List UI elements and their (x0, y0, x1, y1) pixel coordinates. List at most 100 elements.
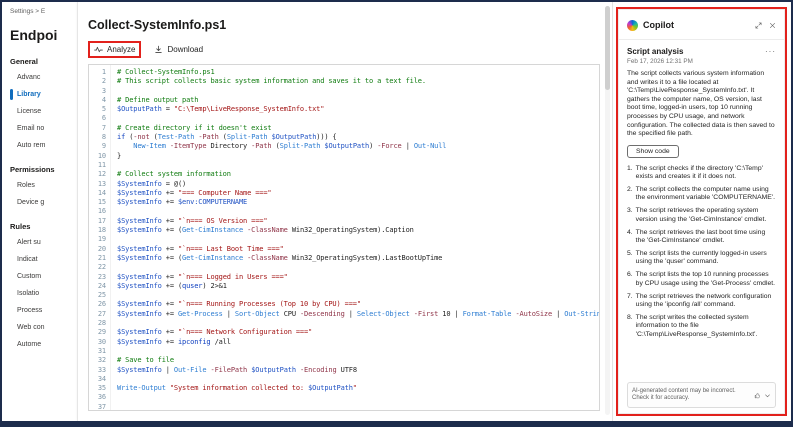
line-number: 3 (101, 86, 106, 95)
code-line[interactable] (117, 207, 599, 216)
chevron-down-icon[interactable] (764, 386, 771, 404)
step-text: The script retrieves the last boot time … (635, 228, 766, 245)
line-number: 4 (101, 95, 106, 104)
line-number: 5 (101, 105, 106, 114)
step-number: 2. (627, 186, 633, 194)
line-number: 24 (97, 281, 106, 290)
sidebar-item-device-g[interactable]: Device g (10, 194, 77, 211)
analysis-step: 4. The script retrieves the last boot tim… (627, 229, 776, 246)
step-text: The script lists the top 10 running proc… (635, 271, 776, 287)
sidebar-item-autome[interactable]: Autome (10, 336, 77, 353)
line-number: 28 (97, 319, 106, 328)
sidebar-item-alert-su[interactable]: Alert su (10, 234, 77, 251)
analysis-step: 1. The script checks if the directory 'C:… (627, 165, 776, 182)
feedback-thumbs-icon[interactable] (754, 386, 761, 404)
sidebar-section-header: General (10, 57, 38, 66)
ai-disclaimer: AI-generated content may be incorrect. C… (627, 382, 776, 408)
line-number: 19 (97, 235, 106, 244)
sidebar-item-process[interactable]: Process (10, 302, 77, 319)
line-number: 26 (97, 300, 106, 309)
line-number: 7 (101, 123, 106, 132)
step-number: 8. (627, 313, 633, 321)
sidebar-item-auto-rem[interactable]: Auto rem (10, 137, 77, 154)
code-line[interactable]: $SystemInfo += "=== Computer Name ===" (117, 189, 599, 198)
more-options-icon[interactable]: ··· (765, 47, 776, 55)
scrollbar-thumb[interactable] (605, 6, 610, 90)
line-number: 13 (97, 179, 106, 188)
code-line[interactable]: # This script collects basic system info… (117, 77, 599, 86)
code-line[interactable] (117, 87, 599, 96)
code-line[interactable]: $SystemInfo = @() (117, 180, 599, 189)
line-number: 11 (97, 160, 106, 169)
code-line[interactable]: $SystemInfo += "`n=== Network Configurat… (117, 328, 599, 337)
code-line[interactable] (117, 235, 599, 244)
defender-settings-window: Settings > E Endpoi General Advanc Library… (0, 0, 793, 427)
line-number: 16 (97, 207, 106, 216)
code-line[interactable] (117, 263, 599, 272)
code-line[interactable]: New-Item -ItemType Directory -Path (Spli… (117, 142, 599, 151)
analysis-timestamp: Feb 17, 2026 12:31 PM (627, 58, 693, 65)
code-line[interactable] (117, 347, 599, 356)
code-line[interactable] (117, 161, 599, 170)
code-line[interactable]: $SystemInfo += (Get-CimInstance -ClassNa… (117, 254, 599, 263)
show-code-button[interactable]: Show code (627, 144, 679, 158)
script-toolbar: Analyze Download (88, 41, 600, 58)
line-number: 12 (97, 170, 106, 179)
code-line[interactable] (117, 319, 599, 328)
code-line[interactable] (117, 375, 599, 384)
sidebar-item-email-no[interactable]: Email no (10, 120, 77, 137)
code-line[interactable]: $SystemInfo += (quser) 2>&1 (117, 282, 599, 291)
line-number: 35 (97, 384, 106, 393)
code-line[interactable] (117, 393, 599, 402)
code-line[interactable]: $SystemInfo += (Get-CimInstance -ClassNa… (117, 226, 599, 235)
code-line[interactable]: # Save to file (117, 356, 599, 365)
breadcrumb[interactable]: Settings > E (10, 8, 77, 15)
code-line[interactable]: # Define output path (117, 96, 599, 105)
code-line[interactable]: $SystemInfo += "`n=== Running Processes … (117, 300, 599, 309)
code-line[interactable]: # Collect-SystemInfo.ps1 (117, 68, 599, 77)
code-line[interactable] (117, 291, 599, 300)
code-line[interactable]: # Collect system information (117, 170, 599, 179)
sidebar-item-custom[interactable]: Custom (10, 268, 77, 285)
code-line[interactable]: $SystemInfo += Get-Process | Sort-Object… (117, 310, 599, 319)
vertical-scrollbar[interactable] (605, 6, 610, 415)
download-button[interactable]: Download (153, 43, 204, 56)
script-title: Collect-SystemInfo.ps1 (88, 18, 227, 32)
download-label: Download (167, 45, 204, 54)
step-text: The script retrieves the network configu… (635, 292, 772, 309)
sidebar-item-isolatio[interactable]: Isolatio (10, 285, 77, 302)
line-number: 37 (97, 402, 106, 411)
code-line[interactable]: } (117, 152, 599, 161)
sidebar-item-license[interactable]: License (10, 103, 77, 120)
line-number: 18 (97, 226, 106, 235)
copilot-panel: Copilot Script analysis ··· Feb 17, 2026… (618, 9, 785, 414)
code-line[interactable]: $SystemInfo += "`n=== OS Version ===" (117, 217, 599, 226)
line-number: 14 (97, 188, 106, 197)
expand-icon[interactable] (755, 16, 762, 34)
sidebar-item-web-con[interactable]: Web con (10, 319, 77, 336)
analyze-button[interactable]: Analyze (93, 43, 136, 56)
sidebar-item-library[interactable]: Library (10, 86, 77, 103)
code-line[interactable] (117, 114, 599, 123)
code-line[interactable]: $SystemInfo += "`n=== Logged in Users ==… (117, 273, 599, 282)
code-line[interactable]: Write-Output "System information collect… (117, 384, 599, 393)
line-number: 6 (101, 114, 106, 123)
code-lines[interactable]: # Collect-SystemInfo.ps1 # This script co… (111, 65, 599, 410)
step-number: 4. (627, 228, 633, 236)
sidebar-item-advanc[interactable]: Advanc (10, 69, 77, 86)
sidebar-item-roles[interactable]: Roles (10, 177, 77, 194)
copilot-area: Copilot Script analysis ··· Feb 17, 2026… (613, 2, 791, 421)
code-line[interactable]: # Create directory if it doesn't exist (117, 124, 599, 133)
code-line[interactable]: $OutputPath = "C:\Temp\LiveResponse_Syst… (117, 105, 599, 114)
code-line[interactable]: if (-not (Test-Path -Path (Split-Path $O… (117, 133, 599, 142)
code-line[interactable]: $SystemInfo | Out-File -FilePath $Output… (117, 366, 599, 375)
step-number: 7. (627, 292, 633, 300)
code-line[interactable]: $SystemInfo += "`n=== Last Boot Time ===… (117, 245, 599, 254)
line-number: 2 (101, 77, 106, 86)
sidebar-item-indicat[interactable]: Indicat (10, 251, 77, 268)
close-icon[interactable] (769, 16, 776, 34)
code-line[interactable]: $SystemInfo += ipconfig /all (117, 338, 599, 347)
code-line[interactable] (117, 403, 599, 410)
analysis-summary: The script collects various system infor… (627, 70, 775, 138)
code-line[interactable]: $SystemInfo += $env:COMPUTERNAME (117, 198, 599, 207)
